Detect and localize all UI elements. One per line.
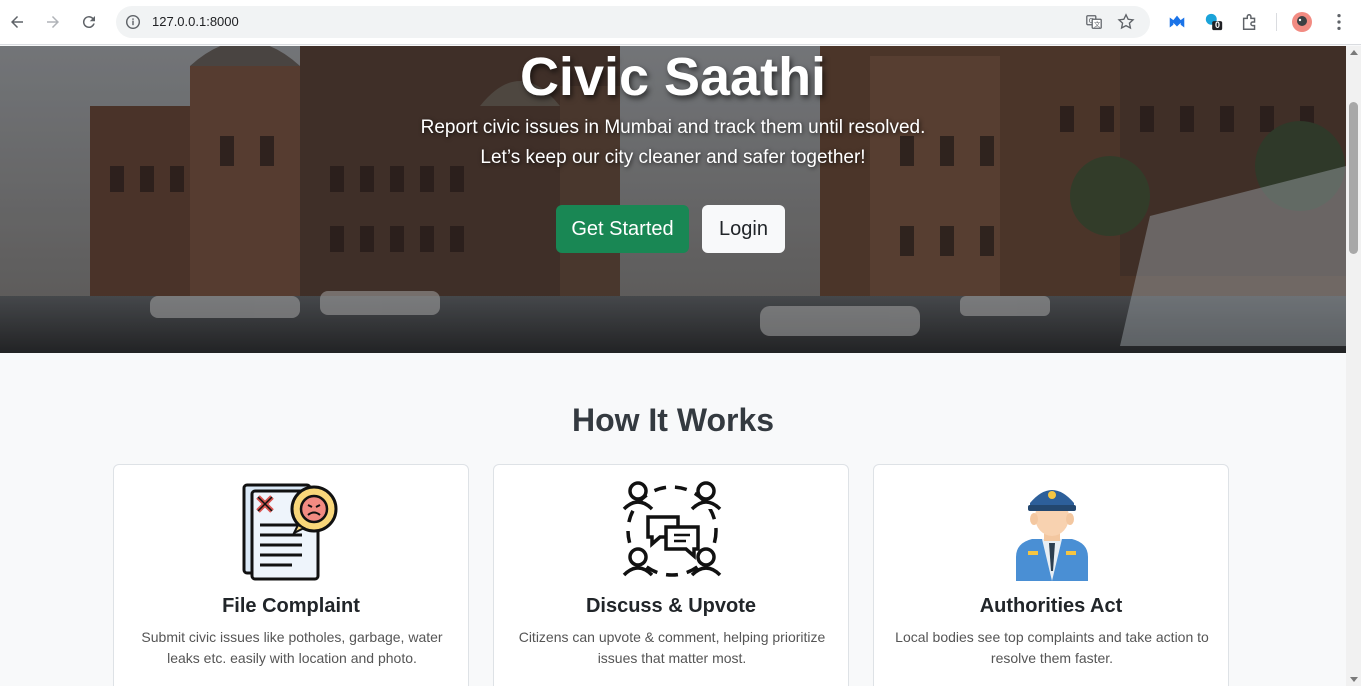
scroll-down-arrow-icon[interactable] [1350, 677, 1358, 682]
scroll-thumb[interactable] [1349, 102, 1358, 254]
card-discuss-upvote: Discuss & Upvote Citizens can upvote & c… [493, 464, 849, 686]
card-description: Citizens can upvote & comment, helping p… [518, 629, 826, 666]
translate-icon[interactable]: G文 [1084, 12, 1104, 32]
card-description: Submit civic issues like potholes, garba… [141, 629, 443, 666]
hero-section: Civic Saathi Report civic issues in Mumb… [0, 46, 1346, 353]
page-viewport: Civic Saathi Report civic issues in Mumb… [0, 46, 1346, 686]
malwarebytes-icon[interactable] [1166, 11, 1188, 33]
how-it-works-title: How It Works [571, 402, 775, 438]
card-title: File Complaint [222, 595, 360, 617]
profile-avatar[interactable] [1291, 11, 1313, 33]
discussion-people-icon [622, 481, 722, 581]
url-text[interactable]: 127.0.0.1:8000 [152, 14, 239, 29]
card-title: Discuss & Upvote [585, 595, 757, 617]
complaint-document-icon [242, 481, 342, 581]
reload-icon[interactable] [76, 9, 102, 35]
extension-badge-icon[interactable]: 0 [1203, 11, 1225, 33]
card-authorities-act: Authorities Act Local bodies see top com… [873, 464, 1229, 686]
hero-subtitle-line2: Let’s keep our city cleaner and safer to… [480, 147, 866, 168]
svg-text:文: 文 [1094, 20, 1101, 29]
hero-title: Civic Saathi [519, 47, 827, 107]
toolbar-divider [1276, 13, 1277, 31]
menu-kebab-icon[interactable] [1328, 11, 1350, 33]
browser-toolbar: 127.0.0.1:8000 G文 0 [0, 0, 1361, 45]
address-bar[interactable]: 127.0.0.1:8000 G文 [116, 6, 1150, 38]
police-officer-icon [1002, 481, 1102, 581]
bookmark-star-icon[interactable] [1116, 12, 1136, 32]
extensions-puzzle-icon[interactable] [1239, 11, 1261, 33]
scroll-up-arrow-icon[interactable] [1350, 50, 1358, 55]
hero-subtitle-line1: Report civic issues in Mumbai and track … [420, 117, 926, 138]
get-started-button[interactable]: Get Started [556, 205, 689, 253]
card-description: Local bodies see top complaints and take… [895, 629, 1209, 666]
login-button[interactable]: Login [702, 205, 785, 253]
forward-icon[interactable] [40, 9, 66, 35]
extension-badge-count: 0 [1215, 20, 1221, 30]
site-info-icon[interactable] [124, 13, 142, 31]
card-title: Authorities Act [979, 595, 1123, 617]
card-file-complaint: File Complaint Submit civic issues like … [113, 464, 469, 686]
page-scrollbar[interactable] [1346, 46, 1361, 686]
back-icon[interactable] [4, 9, 30, 35]
